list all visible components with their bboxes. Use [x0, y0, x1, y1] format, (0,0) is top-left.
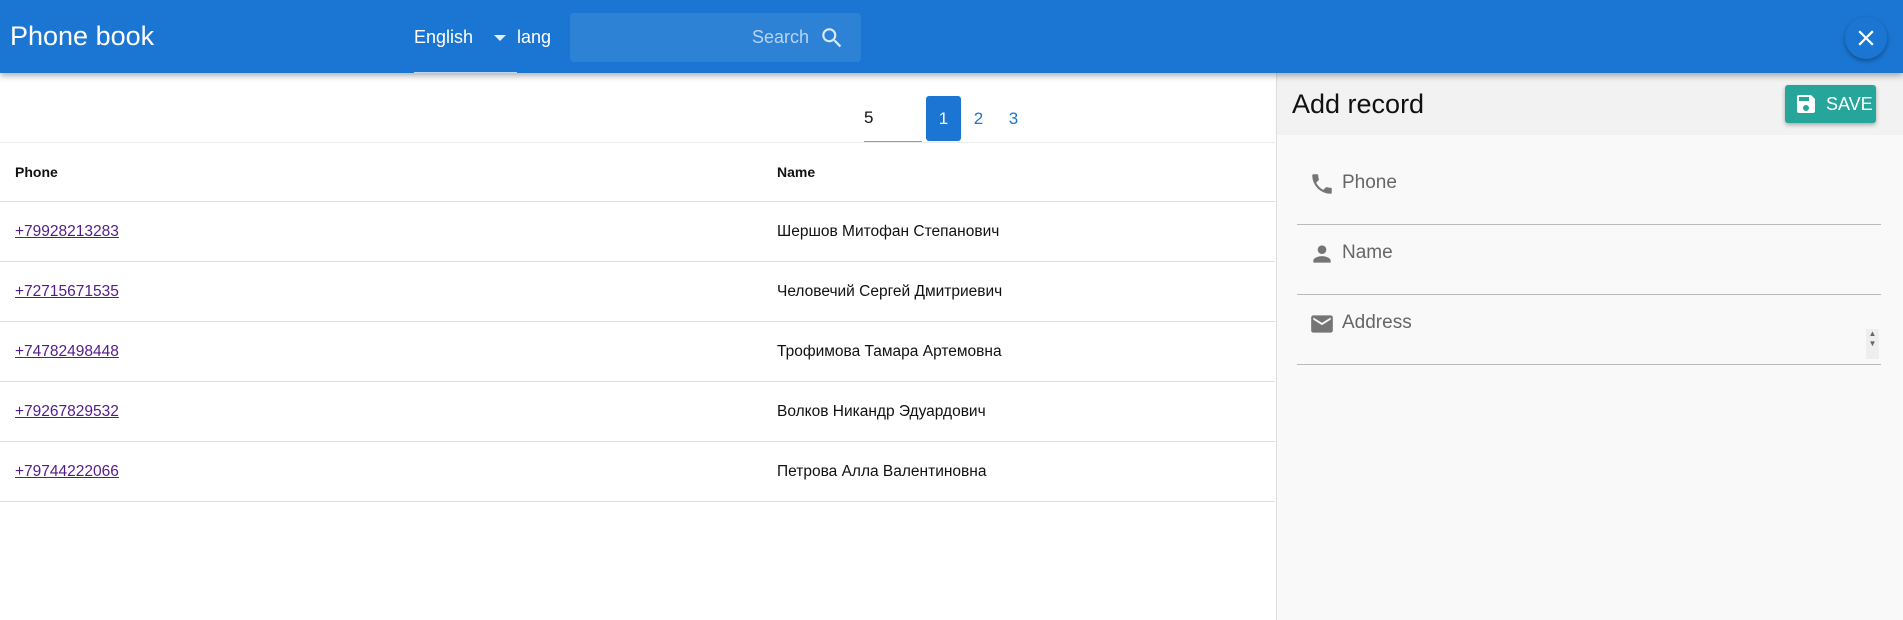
language-select[interactable]: English	[414, 0, 517, 73]
phone-table: Phone Name +79928213283 Шершов Митофан Ст…	[0, 142, 1275, 502]
table-row: +74782498448 Трофимова Тамара Артемовна	[0, 321, 1275, 382]
name-cell: Человечий Сергей Дмитриевич	[777, 261, 1275, 322]
table-row: +79267829532 Волков Никандр Эдуардович	[0, 381, 1275, 442]
name-field[interactable]: Name	[1297, 225, 1881, 295]
dropdown-arrow-icon	[494, 35, 506, 41]
phone-link[interactable]: +72715671535	[15, 283, 119, 300]
column-header-phone[interactable]: Phone	[0, 142, 777, 202]
phone-placeholder: Phone	[1342, 172, 1397, 193]
table-row: +79928213283 Шершов Митофан Степанович	[0, 201, 1275, 262]
phone-icon	[1312, 174, 1332, 194]
column-header-name[interactable]: Name	[777, 142, 1275, 202]
page-size-select[interactable]: 5	[864, 106, 922, 142]
name-cell: Трофимова Тамара Артемовна	[777, 321, 1275, 382]
search-placeholder: Search	[751, 27, 809, 47]
close-button[interactable]	[1845, 17, 1887, 59]
language-value: English	[414, 27, 474, 47]
page-2-button[interactable]: 2	[961, 96, 996, 141]
table-row: +72715671535 Человечий Сергей Дмитриевич	[0, 261, 1275, 322]
person-icon	[1313, 245, 1331, 263]
mail-icon	[1311, 315, 1333, 333]
save-button[interactable]: SAVE	[1785, 85, 1876, 123]
phone-link[interactable]: +79744222066	[15, 463, 119, 480]
page-3-button[interactable]: 3	[996, 96, 1031, 141]
panel-title: Add record	[1292, 89, 1425, 119]
phone-link[interactable]: +79267829532	[15, 403, 119, 420]
table-header-row: Phone Name	[0, 142, 1275, 202]
name-cell: Шершов Митофан Степанович	[777, 201, 1275, 262]
add-record-panel: Add record SAVE Phone Name Address ▲ ▼	[1276, 73, 1903, 620]
name-cell: Петрова Алла Валентиновна	[777, 441, 1275, 502]
save-label: SAVE	[1826, 93, 1873, 114]
app-title: Phone book	[10, 21, 155, 51]
close-icon	[1858, 30, 1874, 46]
save-icon	[1797, 95, 1815, 113]
address-field[interactable]: Address ▲ ▼	[1297, 295, 1881, 365]
name-cell: Волков Никандр Эдуардович	[777, 381, 1275, 442]
search-icon	[822, 28, 842, 48]
phone-field[interactable]: Phone	[1297, 155, 1881, 225]
phone-link[interactable]: +74782498448	[15, 343, 119, 360]
name-placeholder: Name	[1342, 242, 1393, 263]
phone-link[interactable]: +79928213283	[15, 223, 119, 240]
table-row: +79744222066 Петрова Алла Валентиновна	[0, 441, 1275, 502]
page-1-button[interactable]: 1	[926, 96, 961, 141]
textarea-scrollbar[interactable]: ▲ ▼	[1866, 329, 1879, 359]
search-input[interactable]: Search	[570, 13, 861, 62]
address-placeholder: Address	[1342, 312, 1412, 333]
panel-header: Add record SAVE	[1277, 73, 1903, 135]
app-bar: Phone book English lang Search	[0, 0, 1903, 73]
language-label: lang	[517, 27, 552, 47]
